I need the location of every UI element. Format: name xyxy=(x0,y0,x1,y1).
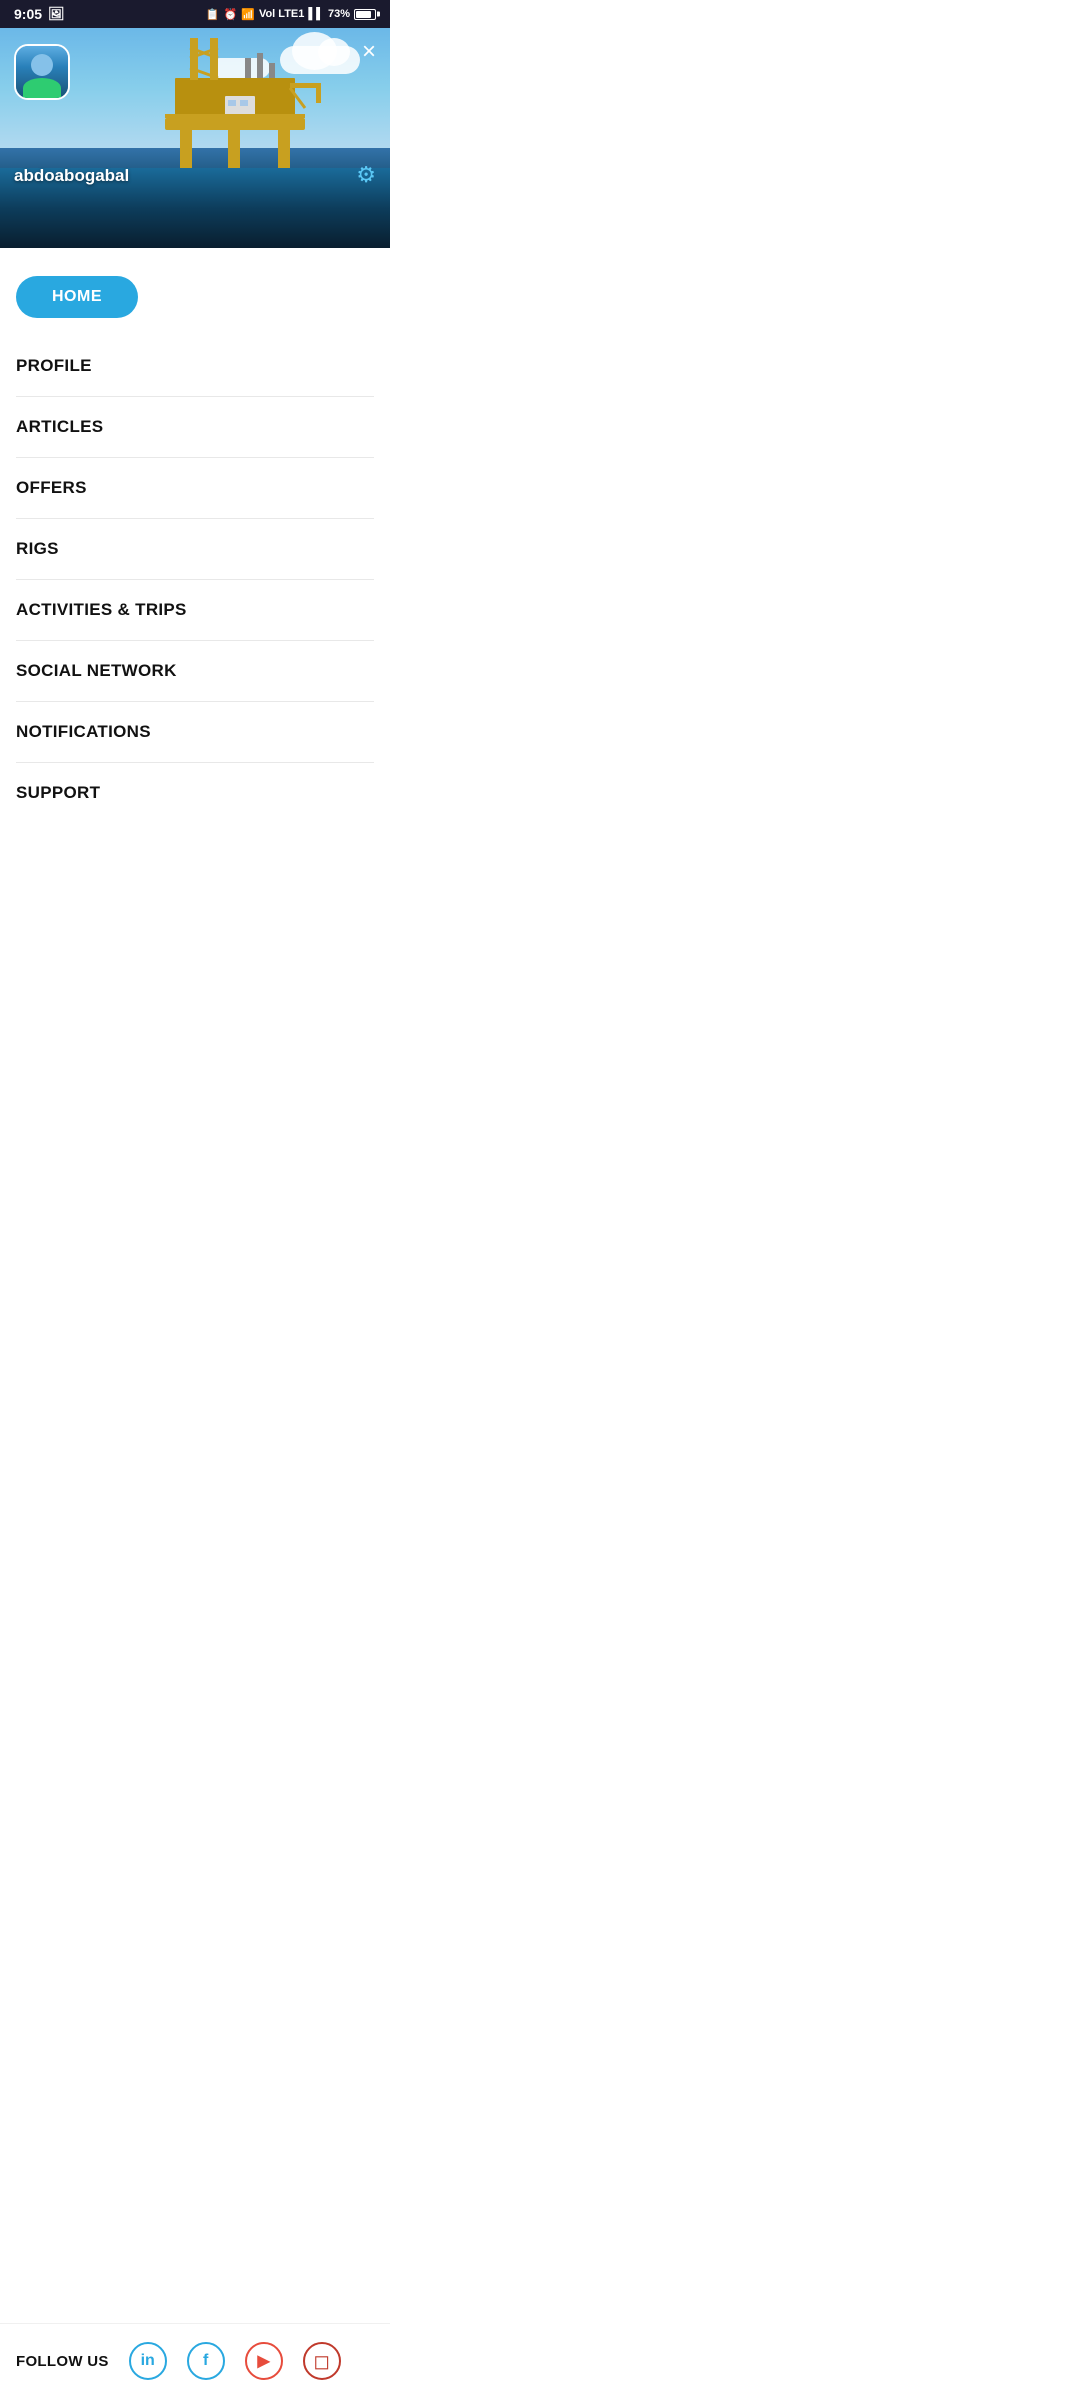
photo-icon: 🖼 xyxy=(48,6,65,22)
follow-label: FOLLOW US xyxy=(16,2353,109,2370)
status-bar: 9:05 🖼 📋 ⏰ 📶 Vol LTE1 ▌▌ 73% xyxy=(0,0,390,28)
instagram-button[interactable]: ◻ xyxy=(303,2342,341,2380)
linkedin-icon: in xyxy=(141,2352,155,2370)
nav-label-support: SUPPORT xyxy=(16,783,100,803)
facebook-icon: f xyxy=(203,2352,208,2370)
settings-icon[interactable]: ⚙ xyxy=(356,162,376,188)
nav-label-notifications: NOTIFICATIONS xyxy=(16,722,151,742)
nav-label-articles: ARTICLES xyxy=(16,417,103,437)
nav-menu-container: HOME PROFILE ARTICLES OFFERS RIGS ACTIVI… xyxy=(0,248,390,903)
status-left: 9:05 🖼 xyxy=(14,6,65,22)
instagram-icon: ◻ xyxy=(313,2349,330,2374)
alarm-icon: ⏰ xyxy=(224,8,238,21)
nav-label-profile: PROFILE xyxy=(16,356,92,376)
nav-menu: HOME PROFILE ARTICLES OFFERS RIGS ACTIVI… xyxy=(0,248,390,823)
close-button[interactable]: × xyxy=(362,40,376,64)
nav-item-social-network[interactable]: SOCIAL NETWORK xyxy=(16,641,374,702)
battery-icon xyxy=(354,9,376,20)
youtube-button[interactable]: ▶ xyxy=(245,2342,283,2380)
battery-percent: 73% xyxy=(328,8,350,20)
nav-item-profile[interactable]: PROFILE xyxy=(16,336,374,397)
hero-banner: abdoabogabal ⚙ × xyxy=(0,28,390,248)
sim-icon: 📋 xyxy=(206,8,220,21)
status-time: 9:05 xyxy=(14,6,42,22)
nav-item-activities[interactable]: ACTIVITIES & TRIPS xyxy=(16,580,374,641)
home-button[interactable]: HOME xyxy=(16,248,374,336)
facebook-button[interactable]: f xyxy=(187,2342,225,2380)
linkedin-button[interactable]: in xyxy=(129,2342,167,2380)
nav-label-rigs: RIGS xyxy=(16,539,59,559)
status-right: 📋 ⏰ 📶 Vol LTE1 ▌▌ 73% xyxy=(206,8,376,21)
youtube-icon: ▶ xyxy=(258,2351,270,2371)
nav-item-notifications[interactable]: NOTIFICATIONS xyxy=(16,702,374,763)
nav-item-offers[interactable]: OFFERS xyxy=(16,458,374,519)
avatar-image xyxy=(16,46,68,98)
signal-text: Vol LTE1 xyxy=(259,8,304,20)
nav-item-articles[interactable]: ARTICLES xyxy=(16,397,374,458)
nav-label-social-network: SOCIAL NETWORK xyxy=(16,661,177,681)
nav-label-offers: OFFERS xyxy=(16,478,87,498)
signal-bars: ▌▌ xyxy=(308,8,324,20)
avatar xyxy=(14,44,70,100)
follow-section: FOLLOW US in f ▶ ◻ xyxy=(0,2323,390,2400)
home-label[interactable]: HOME xyxy=(16,276,138,318)
hero-username: abdoabogabal xyxy=(14,166,129,186)
nav-label-activities: ACTIVITIES & TRIPS xyxy=(16,600,187,620)
nav-item-rigs[interactable]: RIGS xyxy=(16,519,374,580)
nav-item-support[interactable]: SUPPORT xyxy=(16,763,374,823)
wifi-icon: 📶 xyxy=(241,8,255,21)
